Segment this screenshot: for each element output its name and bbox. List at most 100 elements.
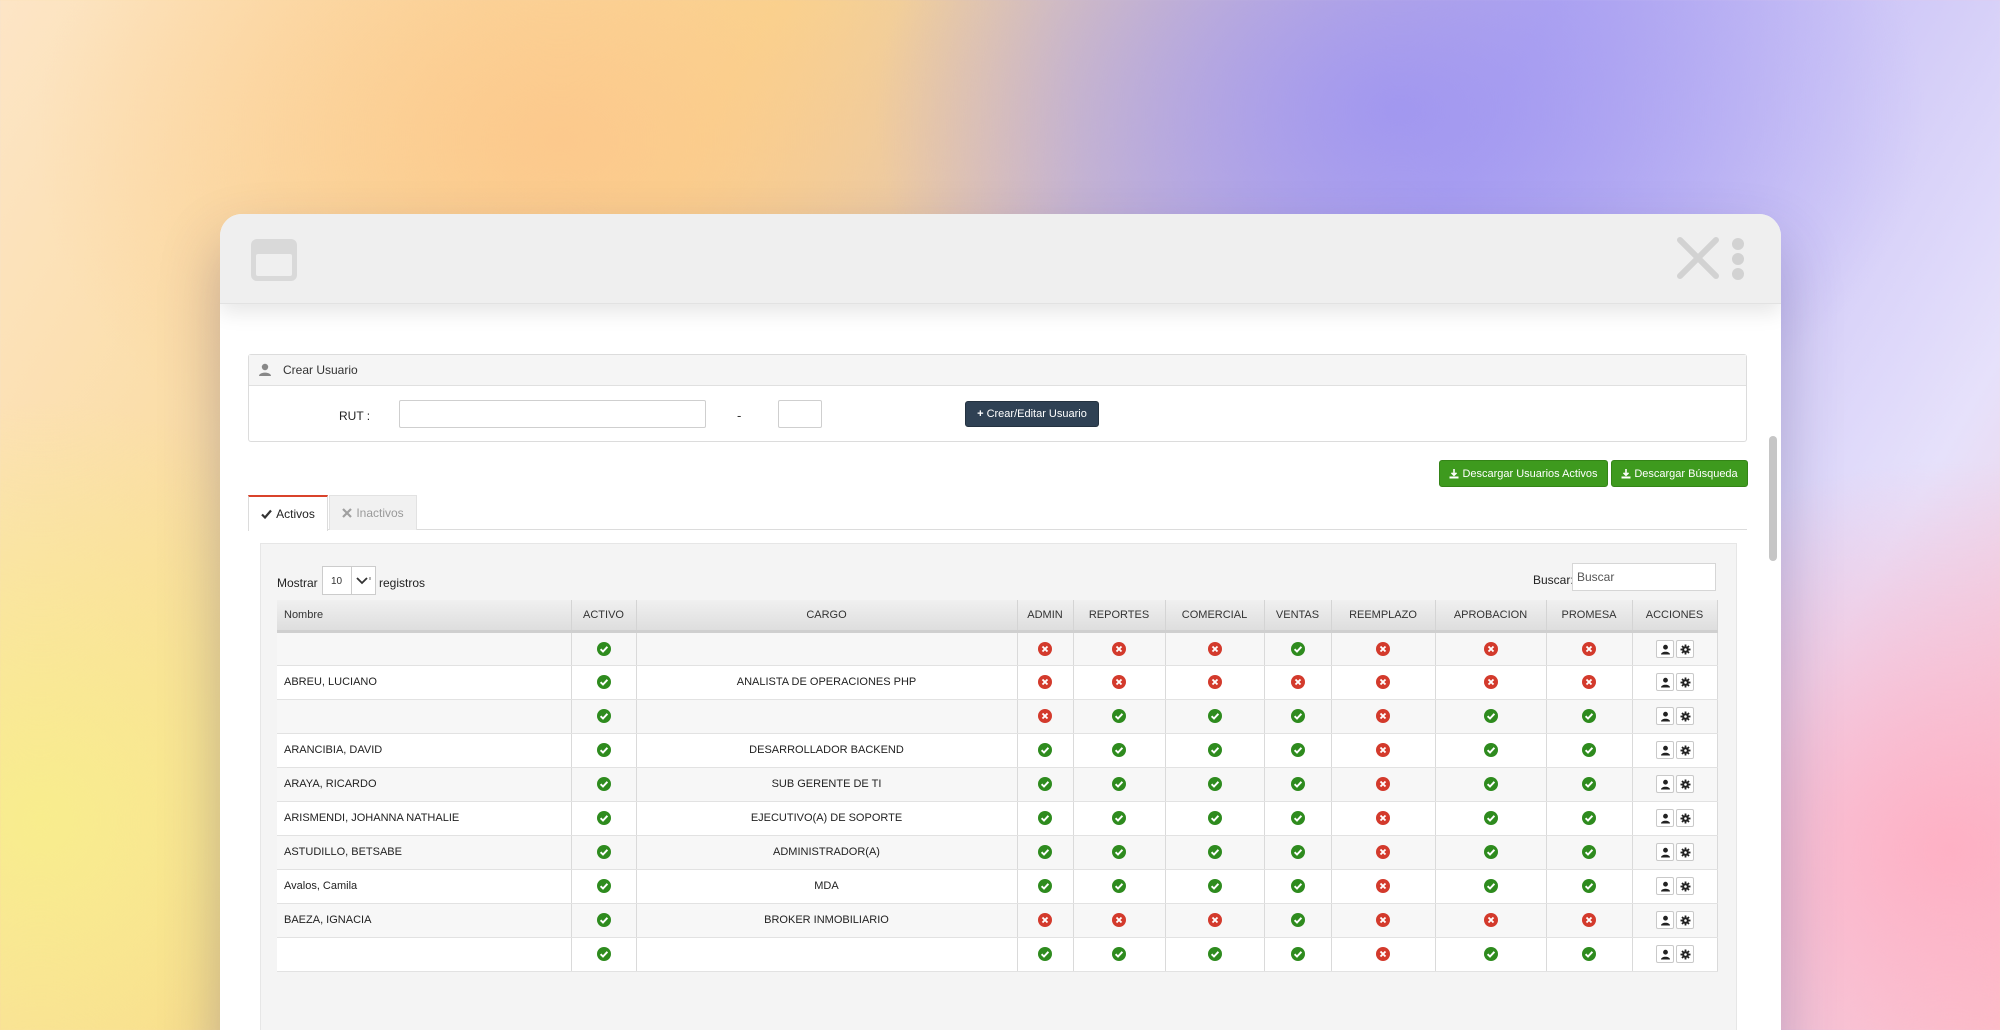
cell-aprobacion [1435, 937, 1547, 972]
column-header-cargo[interactable]: CARGO [636, 600, 1018, 633]
cell-ventas [1264, 699, 1332, 734]
table-header-row: Nombre ACTIVO CARGO ADMIN REPORTES COMERCIAL V… [277, 600, 1718, 633]
user-icon [1660, 915, 1670, 926]
column-header-nombre[interactable]: Nombre [277, 600, 572, 633]
gear-icon [1680, 881, 1690, 892]
settings-button[interactable] [1675, 809, 1694, 827]
edit-user-button[interactable] [1655, 707, 1674, 725]
check-circle-icon [1483, 743, 1498, 757]
cell-acciones [1632, 733, 1718, 768]
x-circle-icon [1376, 641, 1390, 656]
settings-button[interactable] [1675, 775, 1694, 793]
cell-promesa [1546, 631, 1633, 666]
check-circle-icon [1582, 709, 1596, 723]
cell-reportes [1073, 767, 1166, 802]
rut-input[interactable] [399, 400, 706, 428]
settings-button[interactable] [1675, 673, 1694, 691]
cell-activo [571, 801, 637, 836]
cell-acciones [1632, 767, 1718, 802]
check-circle-icon [1112, 777, 1126, 791]
check-circle-icon [1483, 879, 1498, 893]
check-circle-icon [1290, 709, 1305, 723]
check-circle-icon [1038, 845, 1052, 859]
cell-reportes [1073, 903, 1166, 938]
download-active-users-button[interactable]: Descargar Usuarios Activos [1439, 460, 1608, 487]
edit-user-button[interactable] [1655, 809, 1674, 827]
column-header-reemplazo[interactable]: REEMPLAZO [1331, 600, 1436, 633]
edit-user-button[interactable] [1655, 775, 1674, 793]
user-icon [1660, 711, 1670, 722]
cell-activo [571, 631, 637, 666]
edit-user-button[interactable] [1655, 639, 1674, 658]
x-circle-icon [1582, 641, 1596, 656]
cell-reportes [1073, 699, 1166, 734]
user-icon [1660, 745, 1670, 756]
settings-button[interactable] [1675, 911, 1694, 929]
edit-user-button[interactable] [1655, 877, 1674, 895]
cell-cargo: SUB GERENTE DE TI [636, 767, 1018, 802]
cell-comercial [1165, 869, 1265, 904]
cell-activo [571, 937, 637, 972]
settings-button[interactable] [1675, 707, 1694, 725]
gear-icon [1680, 813, 1690, 824]
edit-user-button[interactable] [1655, 911, 1674, 929]
edit-user-button[interactable] [1655, 945, 1674, 963]
rut-separator: - [737, 408, 742, 423]
cell-admin [1017, 699, 1074, 734]
check-circle-icon [1483, 845, 1498, 859]
cell-activo [571, 767, 637, 802]
cell-nombre: ARAYA, RICARDO [277, 767, 572, 802]
create-edit-user-button[interactable]: + Crear/Editar Usuario [965, 401, 1099, 427]
cell-comercial [1165, 903, 1265, 938]
column-header-promesa[interactable]: PROMESA [1546, 600, 1633, 633]
column-header-reportes[interactable]: REPORTES [1073, 600, 1166, 633]
rut-dv-input[interactable] [778, 400, 822, 428]
settings-button[interactable] [1675, 843, 1694, 861]
cell-cargo [636, 631, 1018, 666]
cell-promesa [1546, 699, 1633, 734]
cell-activo [571, 869, 637, 904]
column-header-activo[interactable]: ACTIVO [571, 600, 637, 633]
check-circle-icon [1290, 777, 1305, 791]
check-circle-icon [1207, 709, 1222, 723]
user-icon [1660, 779, 1670, 790]
close-icon[interactable] [1676, 236, 1720, 280]
search-input[interactable] [1572, 563, 1716, 591]
check-circle-icon [596, 913, 611, 927]
cell-activo [571, 699, 637, 734]
edit-user-button[interactable] [1655, 741, 1674, 759]
column-header-comercial[interactable]: COMERCIAL [1165, 600, 1265, 633]
cell-aprobacion [1435, 631, 1547, 666]
check-circle-icon [1290, 947, 1305, 961]
cell-nombre [277, 699, 572, 734]
tab-activos[interactable]: Activos [248, 495, 328, 531]
download-search-button[interactable]: Descargar Búsqueda [1611, 460, 1748, 487]
column-header-ventas[interactable]: VENTAS [1264, 600, 1332, 633]
vertical-scrollbar[interactable] [1769, 436, 1777, 561]
cell-reportes [1073, 835, 1166, 870]
x-circle-icon [1483, 913, 1498, 927]
x-circle-icon [1038, 641, 1052, 656]
cell-acciones [1632, 869, 1718, 904]
x-circle-icon [1038, 675, 1052, 689]
cell-reemplazo [1331, 699, 1436, 734]
more-options-icon[interactable] [1731, 238, 1745, 280]
column-header-admin[interactable]: ADMIN [1017, 600, 1074, 633]
check-circle-icon [1582, 947, 1596, 961]
page-length-select[interactable]: 10 [322, 566, 376, 595]
cell-promesa [1546, 937, 1633, 972]
check-circle-icon [1483, 811, 1498, 825]
edit-user-button[interactable] [1655, 843, 1674, 861]
check-circle-icon [1038, 947, 1052, 961]
column-header-acciones[interactable]: ACCIONES [1632, 600, 1718, 633]
settings-button[interactable] [1675, 741, 1694, 759]
users-table: Nombre ACTIVO CARGO ADMIN REPORTES COMERCIAL V… [277, 600, 1718, 972]
settings-button[interactable] [1675, 945, 1694, 963]
tab-inactivos[interactable]: Inactivos [329, 495, 417, 530]
cell-admin [1017, 665, 1074, 700]
edit-user-button[interactable] [1655, 673, 1674, 691]
settings-button[interactable] [1675, 639, 1694, 658]
table-row: ARAYA, RICARDO SUB GERENTE DE TI [277, 767, 1718, 802]
column-header-aprobacion[interactable]: APROBACION [1435, 600, 1547, 633]
settings-button[interactable] [1675, 877, 1694, 895]
